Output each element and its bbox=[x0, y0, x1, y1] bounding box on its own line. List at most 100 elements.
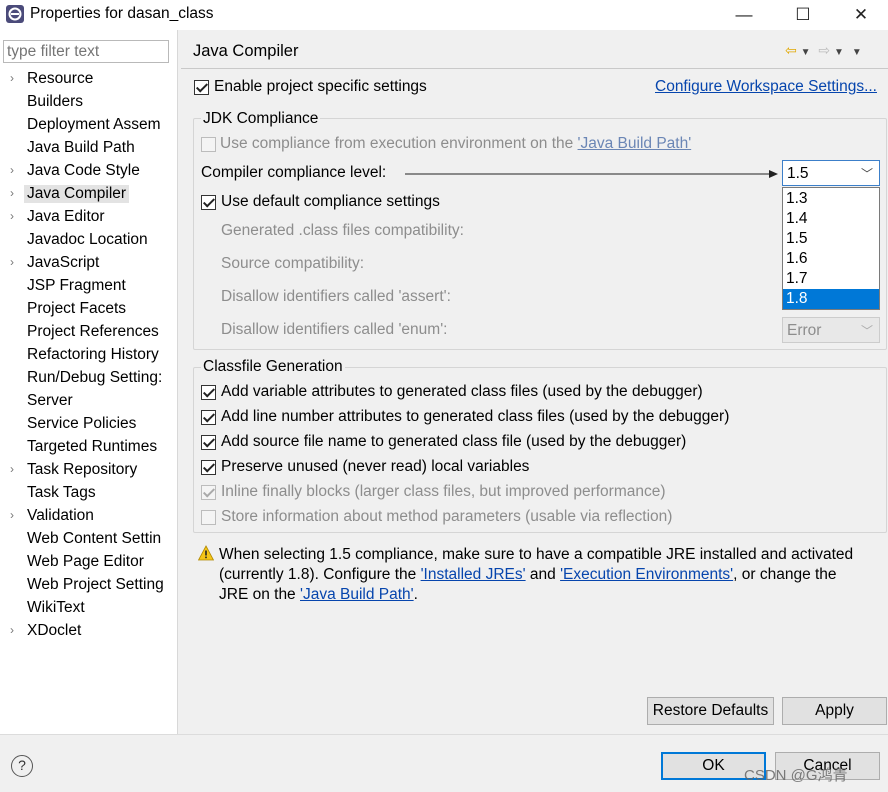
expand-chevron-icon[interactable]: › bbox=[10, 71, 14, 85]
warning-line-2: (currently 1.8). Configure the 'Installe… bbox=[219, 566, 837, 583]
history-nav: ⇦ ▼ ⇨ ▼ ▼ bbox=[785, 42, 862, 59]
classfile-option-checkbox[interactable] bbox=[201, 510, 216, 525]
sidebar-item[interactable]: Targeted Runtimes bbox=[0, 437, 177, 460]
compliance-option[interactable]: 1.3 bbox=[783, 189, 879, 209]
sidebar-item-label: Validation bbox=[27, 507, 94, 524]
sidebar-item-label: Javadoc Location bbox=[27, 231, 148, 248]
sidebar-item[interactable]: Server bbox=[0, 391, 177, 414]
generated-compat-label: Generated .class files compatibility: bbox=[221, 222, 464, 239]
sidebar-item[interactable]: › Java Code Style bbox=[0, 161, 177, 184]
sidebar-item-label: Refactoring History bbox=[27, 346, 159, 363]
sidebar-item-label: Task Tags bbox=[27, 484, 96, 501]
maximize-button[interactable]: ☐ bbox=[774, 0, 832, 30]
back-arrow-icon[interactable]: ⇦ bbox=[785, 42, 797, 58]
compliance-level-dropdown: 1.3 1.4 1.5 1.6 1.7 1.8 bbox=[782, 187, 880, 310]
compliance-option[interactable]: 1.6 bbox=[783, 249, 879, 269]
classfile-option-label: Store information about method parameter… bbox=[221, 508, 673, 525]
sidebar-item[interactable]: WikiText bbox=[0, 598, 177, 621]
sidebar-item[interactable]: Run/Debug Setting: bbox=[0, 368, 177, 391]
sidebar-item[interactable]: Task Tags bbox=[0, 483, 177, 506]
sidebar-item[interactable]: Javadoc Location bbox=[0, 230, 177, 253]
enable-specific-checkbox[interactable] bbox=[194, 80, 209, 95]
enum-select[interactable]: Error ﹀ bbox=[782, 317, 880, 343]
sidebar-item-label: Project References bbox=[27, 323, 159, 340]
sidebar-item-label: Java Build Path bbox=[27, 139, 135, 156]
classfile-option-label: Add variable attributes to generated cla… bbox=[221, 383, 703, 400]
sidebar-item[interactable]: › Validation bbox=[0, 506, 177, 529]
sidebar: › Resource Builders Deployment Assem Java Bu… bbox=[0, 30, 178, 734]
classfile-option-checkbox[interactable] bbox=[201, 385, 216, 400]
jdk-group-title: JDK Compliance bbox=[201, 110, 321, 128]
use-env-checkbox[interactable] bbox=[201, 137, 216, 152]
apply-button[interactable]: Apply bbox=[782, 697, 887, 725]
compliance-level-value: 1.5 bbox=[787, 165, 809, 182]
compliance-arrow-line bbox=[405, 170, 778, 178]
forward-arrow-icon[interactable]: ⇨ bbox=[818, 42, 830, 58]
sidebar-item[interactable]: › Resource bbox=[0, 69, 177, 92]
sidebar-item[interactable]: Builders bbox=[0, 92, 177, 115]
configure-workspace-link[interactable]: Configure Workspace Settings... bbox=[655, 78, 877, 96]
watermark: CSDN @G鸿青 bbox=[744, 767, 848, 784]
classfile-option-checkbox[interactable] bbox=[201, 435, 216, 450]
sidebar-item[interactable]: Web Project Setting bbox=[0, 575, 177, 598]
sidebar-item[interactable]: Service Policies bbox=[0, 414, 177, 437]
sidebar-item-label: Web Content Settin bbox=[27, 530, 162, 547]
sidebar-item[interactable]: › Java Compiler bbox=[0, 184, 177, 207]
help-icon[interactable]: ? bbox=[11, 755, 33, 777]
header-divider bbox=[181, 68, 888, 69]
sidebar-item-label: Targeted Runtimes bbox=[27, 438, 158, 455]
sidebar-item[interactable]: › XDoclet bbox=[0, 621, 177, 644]
sidebar-item[interactable]: › Task Repository bbox=[0, 460, 177, 483]
compliance-option[interactable]: 1.4 bbox=[783, 209, 879, 229]
installed-jres-link[interactable]: 'Installed JREs' bbox=[421, 566, 526, 583]
sidebar-item[interactable]: JSP Fragment bbox=[0, 276, 177, 299]
use-default-checkbox[interactable] bbox=[201, 195, 216, 210]
sidebar-item-label: Java Editor bbox=[27, 208, 105, 225]
compliance-option[interactable]: 1.7 bbox=[783, 269, 879, 289]
expand-chevron-icon[interactable]: › bbox=[10, 623, 14, 637]
expand-chevron-icon[interactable]: › bbox=[10, 255, 14, 269]
sidebar-item[interactable]: Java Build Path bbox=[0, 138, 177, 161]
filter-input[interactable] bbox=[3, 40, 169, 63]
footer-divider bbox=[0, 734, 888, 735]
sidebar-item[interactable]: Web Content Settin bbox=[0, 529, 177, 552]
sidebar-item-label: Web Page Editor bbox=[27, 553, 144, 570]
execution-environments-link[interactable]: 'Execution Environments' bbox=[560, 566, 733, 583]
classfile-option-label: Add line number attributes to generated … bbox=[221, 408, 730, 425]
sidebar-item[interactable]: Web Page Editor bbox=[0, 552, 177, 575]
sidebar-item[interactable]: Project Facets bbox=[0, 299, 177, 322]
forward-menu-chevron-icon[interactable]: ▼ bbox=[834, 47, 844, 58]
expand-chevron-icon[interactable]: › bbox=[10, 186, 14, 200]
compliance-level-select[interactable]: 1.5 ﹀ bbox=[782, 160, 880, 186]
expand-chevron-icon[interactable]: › bbox=[10, 209, 14, 223]
enum-value: Error bbox=[787, 322, 822, 339]
sidebar-item[interactable]: Refactoring History bbox=[0, 345, 177, 368]
sidebar-item-label: Project Facets bbox=[27, 300, 127, 317]
sidebar-item[interactable]: Deployment Assem bbox=[0, 115, 177, 138]
back-menu-chevron-icon[interactable]: ▼ bbox=[801, 47, 811, 58]
classfile-option-label: Preserve unused (never read) local varia… bbox=[221, 458, 530, 475]
page-title: Java Compiler bbox=[193, 42, 299, 60]
warning-icon bbox=[198, 545, 214, 561]
classfile-option-label: Inline finally blocks (larger class file… bbox=[221, 483, 666, 500]
title-bar: Properties for dasan_class — ☐ ✕ bbox=[0, 0, 888, 30]
sidebar-item-label: Web Project Setting bbox=[27, 576, 164, 593]
expand-chevron-icon[interactable]: › bbox=[10, 462, 14, 476]
classfile-option-checkbox[interactable] bbox=[201, 410, 216, 425]
sidebar-item[interactable]: Project References bbox=[0, 322, 177, 345]
restore-defaults-button[interactable]: Restore Defaults bbox=[647, 697, 774, 725]
java-build-path-link[interactable]: 'Java Build Path' bbox=[578, 135, 692, 152]
compliance-option[interactable]: 1.5 bbox=[783, 229, 879, 249]
sidebar-item[interactable]: › JavaScript bbox=[0, 253, 177, 276]
expand-chevron-icon[interactable]: › bbox=[10, 508, 14, 522]
view-menu-icon[interactable]: ▼ bbox=[852, 47, 862, 58]
compliance-option[interactable]: 1.8 bbox=[783, 289, 879, 309]
warning-java-build-path-link[interactable]: 'Java Build Path' bbox=[300, 586, 414, 603]
classfile-option-checkbox[interactable] bbox=[201, 485, 216, 500]
warning-line-1: When selecting 1.5 compliance, make sure… bbox=[219, 546, 854, 563]
classfile-option-checkbox[interactable] bbox=[201, 460, 216, 475]
sidebar-item[interactable]: › Java Editor bbox=[0, 207, 177, 230]
minimize-button[interactable]: — bbox=[715, 0, 773, 30]
close-button[interactable]: ✕ bbox=[832, 0, 888, 30]
expand-chevron-icon[interactable]: › bbox=[10, 163, 14, 177]
